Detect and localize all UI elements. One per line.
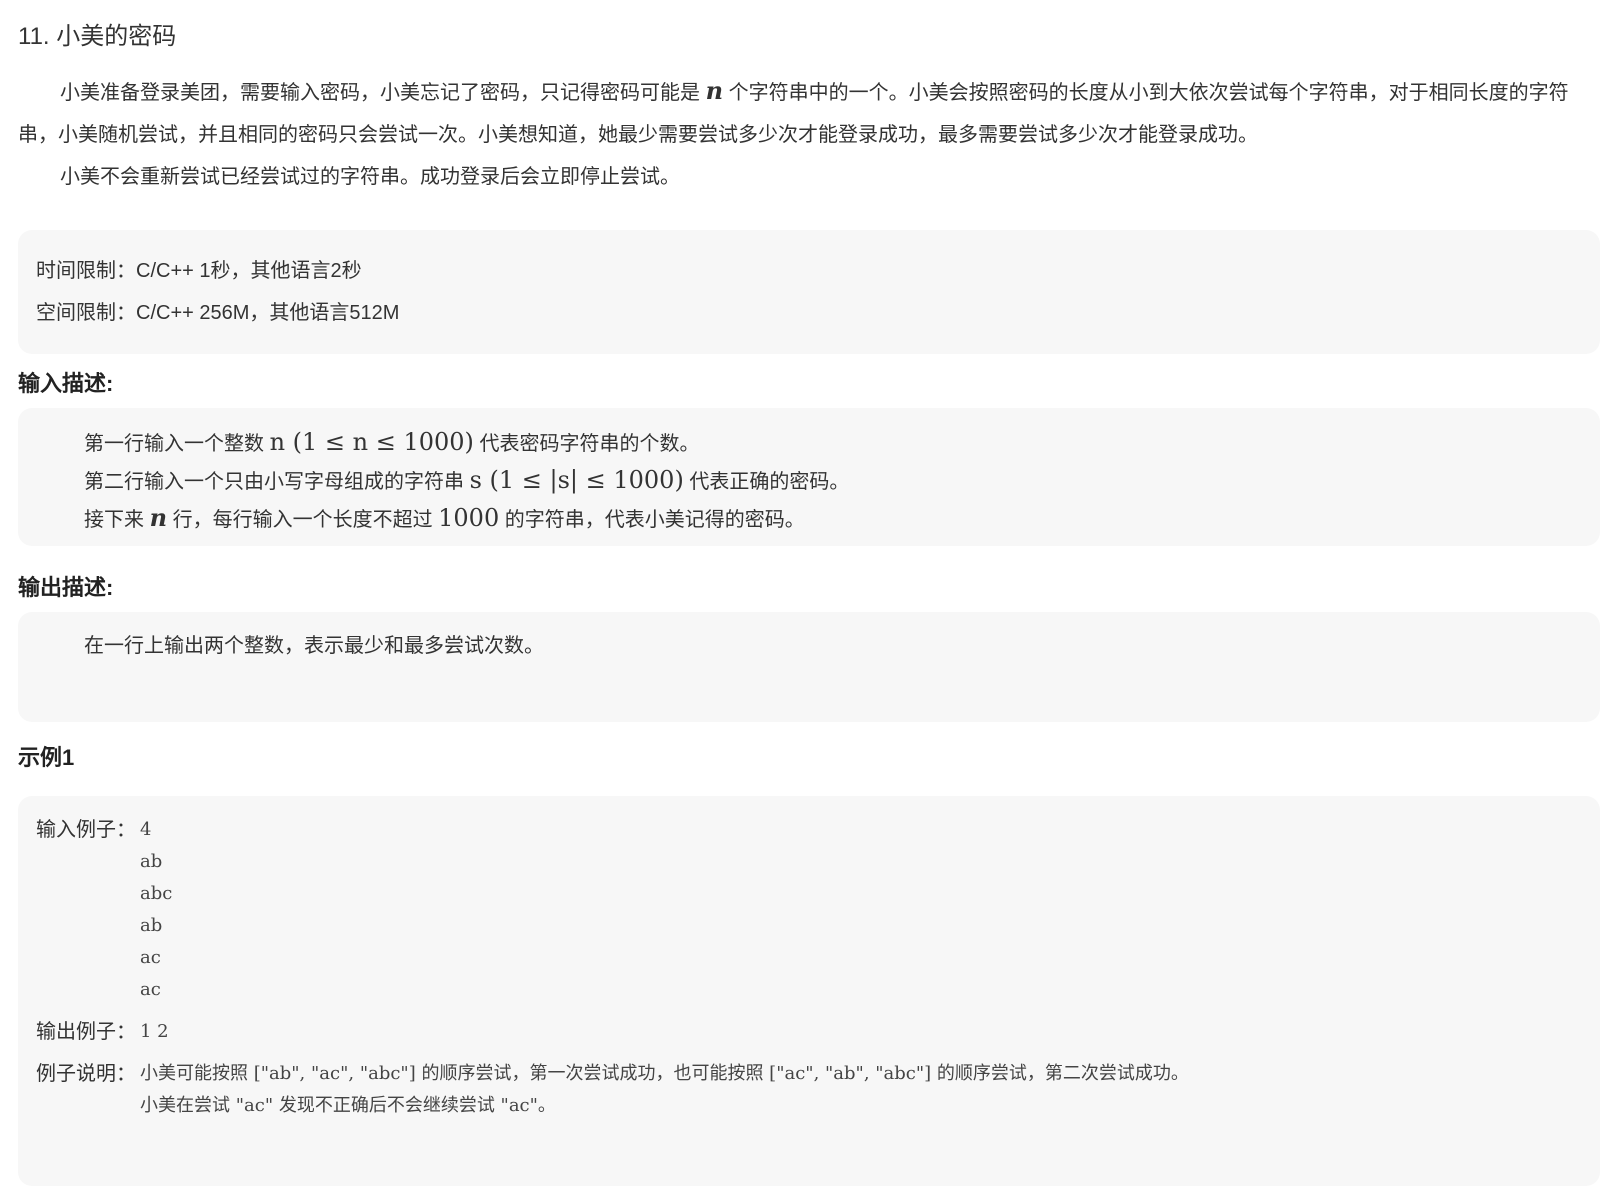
space-limit: 空间限制：C/C++ 256M，其他语言512M — [36, 302, 400, 324]
example-explain-line: 小美可能按照 ["ab", "ac", "abc"] 的顺序尝试，第一次尝试成功… — [140, 1063, 1189, 1084]
example-output-values[interactable]: 1 2 — [140, 1016, 169, 1048]
example-input-line: ab — [140, 915, 163, 936]
problem-page: 11. 小美的密码 小美准备登录美团，需要输入密码，小美忘记了密码，只记得密码可… — [0, 0, 1616, 1196]
input-line-1: 第一行输入一个整数 n (1 ≤ n ≤ 1000) 代表密码字符串的个数。 — [84, 424, 1600, 462]
input-line-3-text-b: 行，每行输入一个长度不超过 — [172, 509, 433, 531]
example-explain-line: 小美在尝试 "ac" 发现不正确后不会继续尝试 "ac"。 — [140, 1095, 556, 1116]
example-output-value: 1 2 — [140, 1021, 169, 1042]
math-n-lines: n — [149, 503, 168, 532]
example-input-line: ab — [140, 851, 163, 872]
example-input-row: 输入例子： 4 ab abc ab ac ac — [36, 814, 1582, 1006]
input-line-2-text-b: 代表正确的密码。 — [689, 471, 850, 493]
input-line-3-text-a: 接下来 — [84, 509, 144, 531]
output-description-box: 在一行上输出两个整数，表示最少和最多尝试次数。 — [18, 612, 1600, 722]
limits-box: 时间限制：C/C++ 1秒，其他语言2秒 空间限制：C/C++ 256M，其他语… — [18, 230, 1600, 354]
example-heading: 示例1 — [18, 745, 75, 770]
example-input-values[interactable]: 4 ab abc ab ac ac — [140, 814, 172, 1006]
math-s-range: s (1 ≤ |s| ≤ 1000) — [469, 466, 684, 494]
math-n-range: n (1 ≤ n ≤ 1000) — [269, 428, 474, 456]
input-line-1-text-b: 代表密码字符串的个数。 — [479, 433, 700, 455]
input-heading: 输入描述: — [18, 371, 114, 396]
input-line-2-text-a: 第二行输入一个只由小写字母组成的字符串 — [84, 471, 464, 493]
problem-title: 11. 小美的密码 — [18, 23, 177, 50]
example-explain-row: 例子说明： 小美可能按照 ["ab", "ac", "abc"] 的顺序尝试，第… — [36, 1058, 1582, 1122]
output-heading: 输出描述: — [18, 575, 114, 600]
time-limit: 时间限制：C/C++ 1秒，其他语言2秒 — [36, 260, 362, 282]
example-output-row: 输出例子： 1 2 — [36, 1016, 1582, 1048]
description-paragraph-2: 小美不会重新尝试已经尝试过的字符串。成功登录后会立即停止尝试。 — [60, 166, 680, 188]
example-input-label: 输入例子： — [36, 819, 136, 841]
example-input-line: ac — [140, 947, 161, 968]
input-description-box: 第一行输入一个整数 n (1 ≤ n ≤ 1000) 代表密码字符串的个数。 第… — [18, 408, 1600, 546]
input-line-1-text-a: 第一行输入一个整数 — [84, 433, 264, 455]
example-input-line: 4 — [140, 819, 152, 840]
description-text-a: 小美准备登录美团，需要输入密码，小美忘记了密码，只记得密码可能是 — [60, 82, 700, 104]
problem-description: 小美准备登录美团，需要输入密码，小美忘记了密码，只记得密码可能是 n 个字符串中… — [18, 70, 1598, 198]
math-n: n — [705, 76, 724, 105]
example-output-label: 输出例子： — [36, 1021, 136, 1043]
example-input-line: abc — [140, 883, 173, 904]
input-line-3-text-c: 的字符串，代表小美记得的密码。 — [504, 509, 805, 531]
input-line-2: 第二行输入一个只由小写字母组成的字符串 s (1 ≤ |s| ≤ 1000) 代… — [84, 462, 1600, 500]
description-paragraph-1: 小美准备登录美团，需要输入密码，小美忘记了密码，只记得密码可能是 n 个字符串中… — [18, 70, 1598, 156]
math-1000: 1000 — [438, 504, 500, 532]
example-explain-label: 例子说明： — [36, 1063, 136, 1085]
output-line-1: 在一行上输出两个整数，表示最少和最多尝试次数。 — [84, 635, 544, 657]
example-input-line: ac — [140, 979, 161, 1000]
input-line-3: 接下来 n 行，每行输入一个长度不超过 1000 的字符串，代表小美记得的密码。 — [84, 500, 1600, 538]
example-box: 输入例子： 4 ab abc ab ac ac 输出例子： 1 2 例子说明： … — [18, 796, 1600, 1186]
example-explain-values: 小美可能按照 ["ab", "ac", "abc"] 的顺序尝试，第一次尝试成功… — [140, 1058, 1189, 1122]
